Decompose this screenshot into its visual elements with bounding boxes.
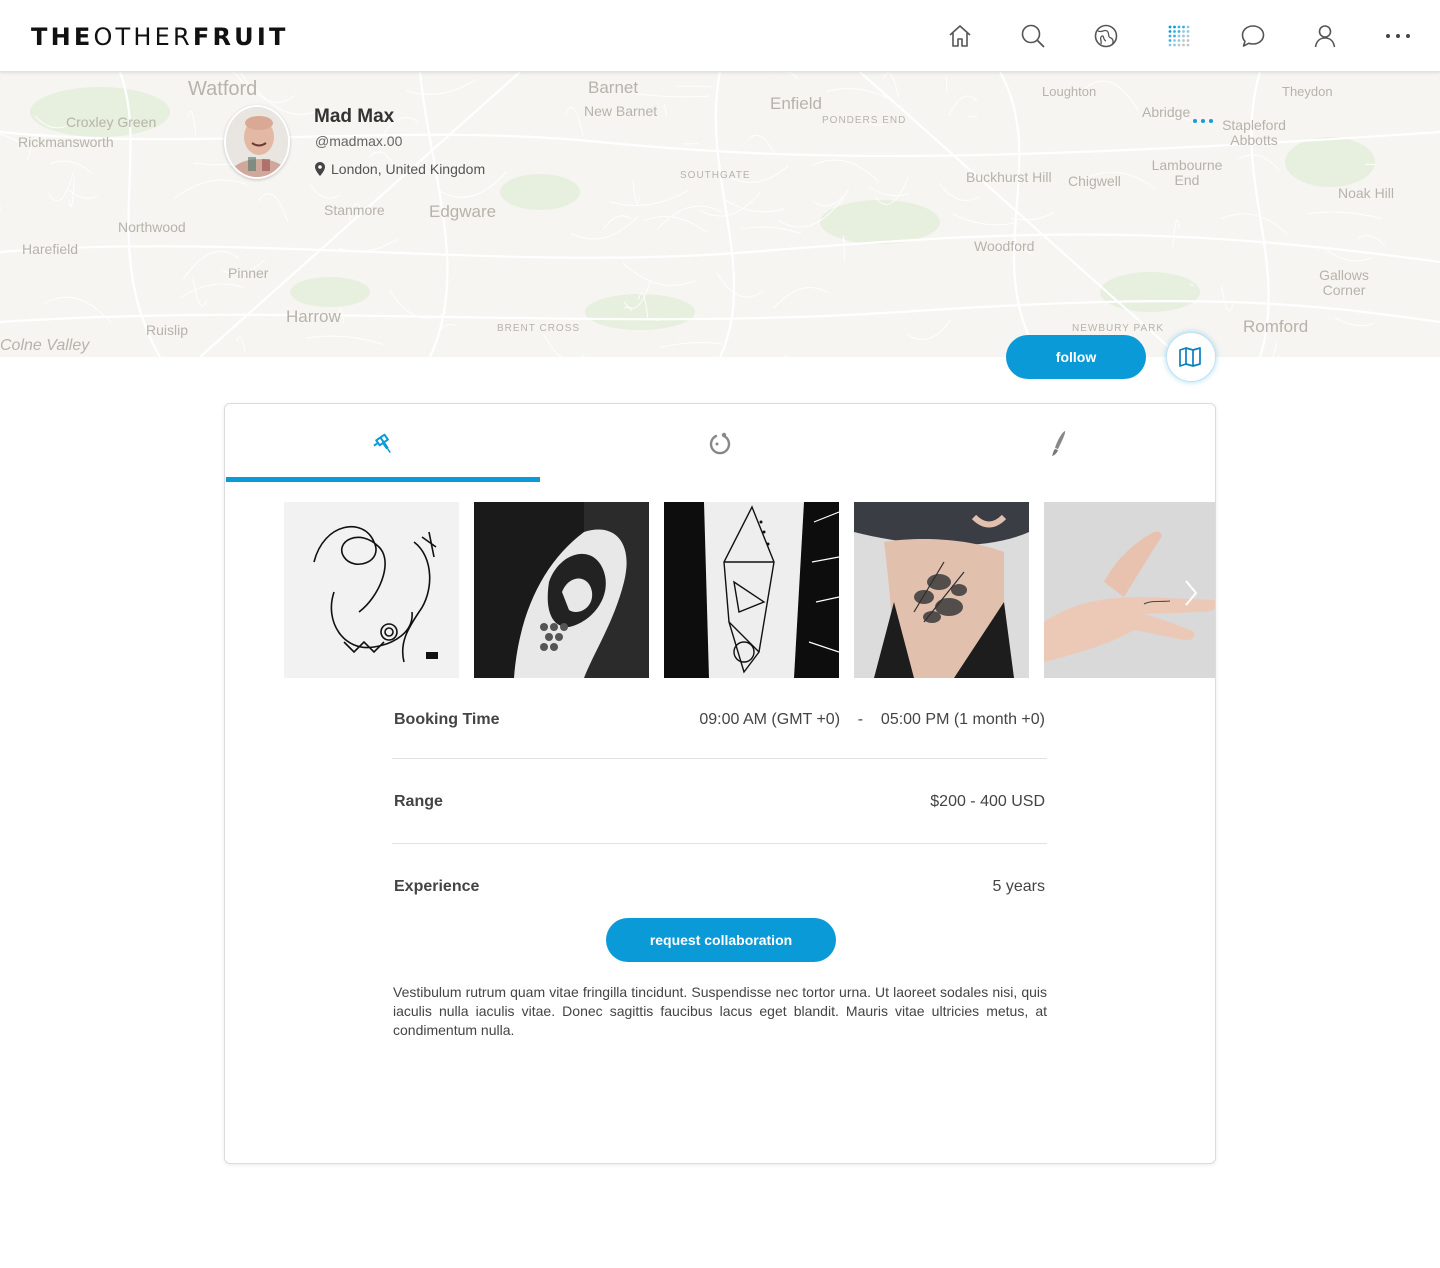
tab-art[interactable] bbox=[901, 404, 1215, 482]
map-label: Brent Cross bbox=[497, 323, 581, 334]
logo-part-the: THE bbox=[31, 23, 94, 51]
map-label: Croxley Green bbox=[66, 114, 157, 130]
divider bbox=[392, 843, 1047, 844]
logo-part-fruit: FRUIT bbox=[192, 23, 289, 51]
logo-part-other: OTHER bbox=[93, 23, 193, 51]
gallery-image[interactable] bbox=[664, 502, 839, 678]
chevron-right-icon bbox=[1185, 580, 1198, 606]
location-text: London, United Kingdom bbox=[331, 161, 486, 177]
chat-icon[interactable] bbox=[1239, 22, 1267, 50]
logo[interactable]: THEOTHERFRUIT bbox=[31, 24, 289, 50]
booking-time-label: Booking Time bbox=[394, 711, 500, 728]
map-label: Colne Valley bbox=[0, 337, 90, 354]
profile-name: Mad Max bbox=[314, 106, 395, 127]
profile-location: London, United Kingdom bbox=[315, 161, 485, 177]
map-label: New Barnet bbox=[584, 103, 658, 119]
map-label: Watford bbox=[188, 78, 258, 100]
map-icon bbox=[1179, 347, 1201, 367]
map-view-button[interactable] bbox=[1166, 332, 1216, 382]
map-label: Enfield bbox=[770, 94, 822, 113]
map-background bbox=[0, 72, 1440, 357]
map-label: Stanmore bbox=[324, 202, 385, 218]
location-pin-icon bbox=[315, 162, 325, 176]
map-label: Edgware bbox=[429, 202, 497, 221]
brush-icon bbox=[1052, 431, 1066, 456]
active-tab-indicator bbox=[226, 477, 540, 482]
user-icon[interactable] bbox=[1311, 22, 1339, 50]
map-label: Rickmansworth bbox=[18, 134, 114, 150]
piercing-ring-icon bbox=[709, 432, 731, 455]
map-label: Barnet bbox=[588, 78, 639, 97]
map-label: Harefield bbox=[22, 241, 79, 257]
map-label: Woodford bbox=[974, 238, 1035, 254]
home-icon[interactable] bbox=[946, 22, 974, 50]
map-label: Buckhurst Hill bbox=[966, 169, 1052, 185]
range-value: $200 - 400 USD bbox=[930, 793, 1045, 810]
request-collaboration-button[interactable]: request collaboration bbox=[606, 918, 836, 962]
profile-handle: @madmax.00 bbox=[315, 133, 403, 149]
map-label: Romford bbox=[1243, 317, 1309, 336]
map-label: Newbury Park bbox=[1072, 323, 1165, 334]
map-label: Stapleford Abbotts bbox=[1222, 117, 1286, 148]
gallery-next-button[interactable] bbox=[1177, 576, 1205, 610]
gallery-image[interactable] bbox=[474, 502, 649, 678]
experience-value: 5 years bbox=[992, 878, 1045, 895]
booking-time-value: 09:00 AM (GMT +0) - 05:00 PM (1 month +0… bbox=[699, 711, 1045, 728]
map-label: Harrow bbox=[286, 307, 341, 326]
gallery-image[interactable] bbox=[854, 502, 1029, 678]
map-cover: Watford Barnet New Barnet Enfield Lought… bbox=[0, 72, 1440, 357]
search-icon[interactable] bbox=[1019, 22, 1047, 50]
tattoo-gallery bbox=[284, 502, 1215, 678]
dot bbox=[1193, 119, 1197, 123]
range-label: Range bbox=[394, 793, 443, 810]
profile-more-options[interactable] bbox=[1186, 110, 1220, 132]
divider bbox=[392, 758, 1047, 759]
more-icon[interactable] bbox=[1384, 22, 1412, 50]
map-label: Pinner bbox=[228, 265, 269, 281]
globe-icon[interactable] bbox=[1092, 22, 1120, 50]
dot bbox=[1201, 119, 1205, 123]
map-label: Noak Hill bbox=[1338, 185, 1395, 201]
dot bbox=[1209, 119, 1213, 123]
map-label: Ponders End bbox=[822, 115, 907, 126]
map-label: Loughton bbox=[1042, 84, 1097, 99]
tattoo-machine-icon bbox=[373, 433, 391, 453]
map-label: Abridge bbox=[1142, 104, 1191, 120]
portfolio-card: Booking Time 09:00 AM (GMT +0) - 05:00 P… bbox=[224, 403, 1216, 1164]
profile-description: Vestibulum rutrum quam vitae fringilla t… bbox=[393, 984, 1047, 1038]
top-nav-bar: THEOTHERFRUIT bbox=[0, 0, 1440, 72]
map-label: Theydon bbox=[1282, 84, 1333, 99]
map-label: Gallows Corner bbox=[1319, 267, 1369, 298]
map-label: Lambourne End bbox=[1151, 157, 1223, 188]
gallery-image[interactable] bbox=[284, 502, 459, 678]
map-label: Ruislip bbox=[146, 322, 189, 338]
tab-tattoo[interactable] bbox=[226, 404, 540, 482]
grid-dots-icon[interactable] bbox=[1165, 22, 1193, 50]
experience-label: Experience bbox=[394, 878, 480, 895]
map-label: Northwood bbox=[118, 219, 186, 235]
map-label: Southgate bbox=[680, 170, 751, 181]
avatar[interactable] bbox=[224, 105, 290, 179]
follow-button[interactable]: follow bbox=[1006, 335, 1146, 379]
tab-piercing[interactable] bbox=[563, 404, 877, 482]
map-label: Chigwell bbox=[1068, 173, 1121, 189]
